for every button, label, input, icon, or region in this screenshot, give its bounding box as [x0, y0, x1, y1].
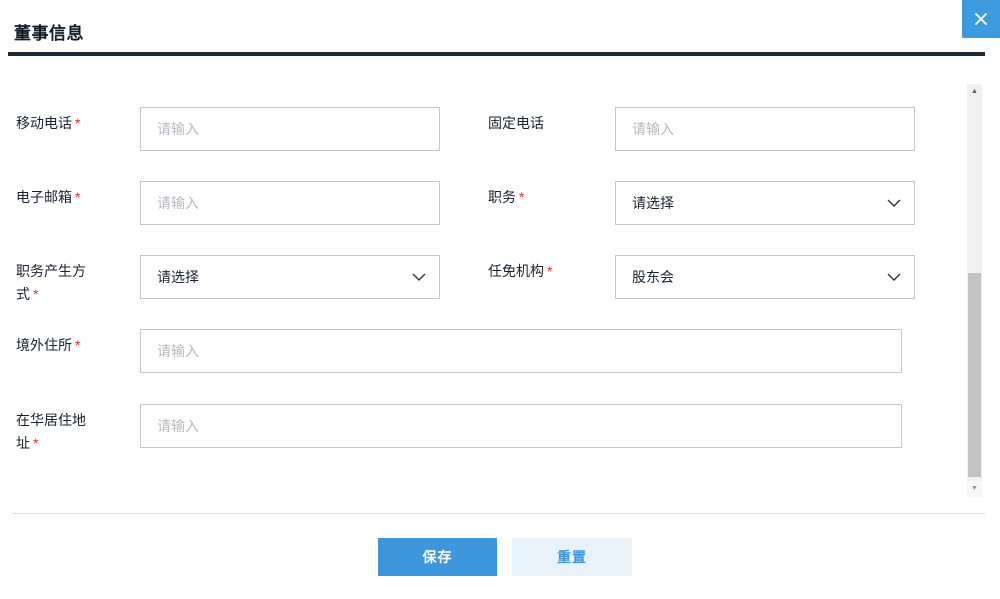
dialog-title: 董事信息: [14, 19, 84, 44]
field-label: 任免机构*: [488, 260, 600, 283]
footer-divider: [12, 513, 985, 514]
position-method-select[interactable]: 请选择: [140, 255, 440, 299]
field-label: 境外住所*: [16, 334, 96, 357]
required-asterisk: *: [75, 115, 80, 131]
label-text: 在华居住地址: [16, 412, 86, 451]
reset-button[interactable]: 重置: [512, 538, 632, 576]
required-asterisk: *: [75, 189, 80, 205]
director-info-dialog: 董事信息 移动电话* 固定电话 电子邮箱* 职务* 请选择 职务产生方式*: [0, 0, 1000, 599]
field-label: 固定电话: [488, 112, 600, 135]
field-mobile-phone: 移动电话*: [16, 107, 440, 151]
scrollbar[interactable]: ▲ ▼: [967, 84, 982, 497]
label-text: 固定电话: [488, 115, 544, 131]
email-input[interactable]: [140, 181, 440, 225]
scrollbar-thumb[interactable]: [968, 273, 981, 477]
field-position-method: 职务产生方式* 请选择: [16, 255, 440, 299]
chevron-down-icon: [887, 273, 901, 281]
china-address-input[interactable]: [140, 404, 902, 448]
select-value: 请选择: [157, 267, 199, 287]
label-text: 移动电话: [16, 115, 72, 131]
label-text: 电子邮箱: [16, 189, 72, 205]
field-fixed-phone: 固定电话: [488, 107, 915, 151]
required-asterisk: *: [519, 189, 524, 205]
field-overseas-residence: 境外住所*: [16, 329, 902, 373]
field-label: 电子邮箱*: [16, 186, 96, 209]
field-label: 移动电话*: [16, 112, 96, 135]
mobile-phone-input[interactable]: [140, 107, 440, 151]
label-text: 职务产生方式: [16, 263, 86, 302]
save-button[interactable]: 保存: [378, 538, 497, 576]
select-value: 股东会: [632, 267, 674, 287]
scroll-up-button[interactable]: ▲: [967, 84, 982, 100]
required-asterisk: *: [33, 286, 38, 302]
position-select[interactable]: 请选择: [615, 181, 915, 225]
label-text: 职务: [488, 189, 516, 205]
field-position: 职务* 请选择: [488, 181, 915, 225]
appointment-organ-select[interactable]: 股东会: [615, 255, 915, 299]
title-divider: [8, 52, 985, 56]
required-asterisk: *: [33, 435, 38, 451]
scroll-up-icon: ▲: [971, 88, 978, 95]
field-email: 电子邮箱*: [16, 181, 440, 225]
scroll-down-icon: ▼: [971, 485, 978, 492]
field-china-address: 在华居住地址*: [16, 404, 902, 448]
chevron-down-icon: [887, 199, 901, 207]
scroll-down-button[interactable]: ▼: [967, 481, 982, 497]
field-appointment-organ: 任免机构* 股东会: [488, 255, 915, 299]
required-asterisk: *: [75, 337, 80, 353]
field-label: 在华居住地址*: [16, 409, 96, 455]
overseas-residence-input[interactable]: [140, 329, 902, 373]
field-label: 职务*: [488, 186, 600, 209]
field-label: 职务产生方式*: [16, 260, 96, 306]
close-icon: [973, 11, 989, 27]
close-button[interactable]: [962, 0, 1000, 38]
chevron-down-icon: [412, 273, 426, 281]
label-text: 境外住所: [16, 337, 72, 353]
label-text: 任免机构: [488, 263, 544, 279]
fixed-phone-input[interactable]: [615, 107, 915, 151]
required-asterisk: *: [547, 263, 552, 279]
select-value: 请选择: [632, 193, 674, 213]
